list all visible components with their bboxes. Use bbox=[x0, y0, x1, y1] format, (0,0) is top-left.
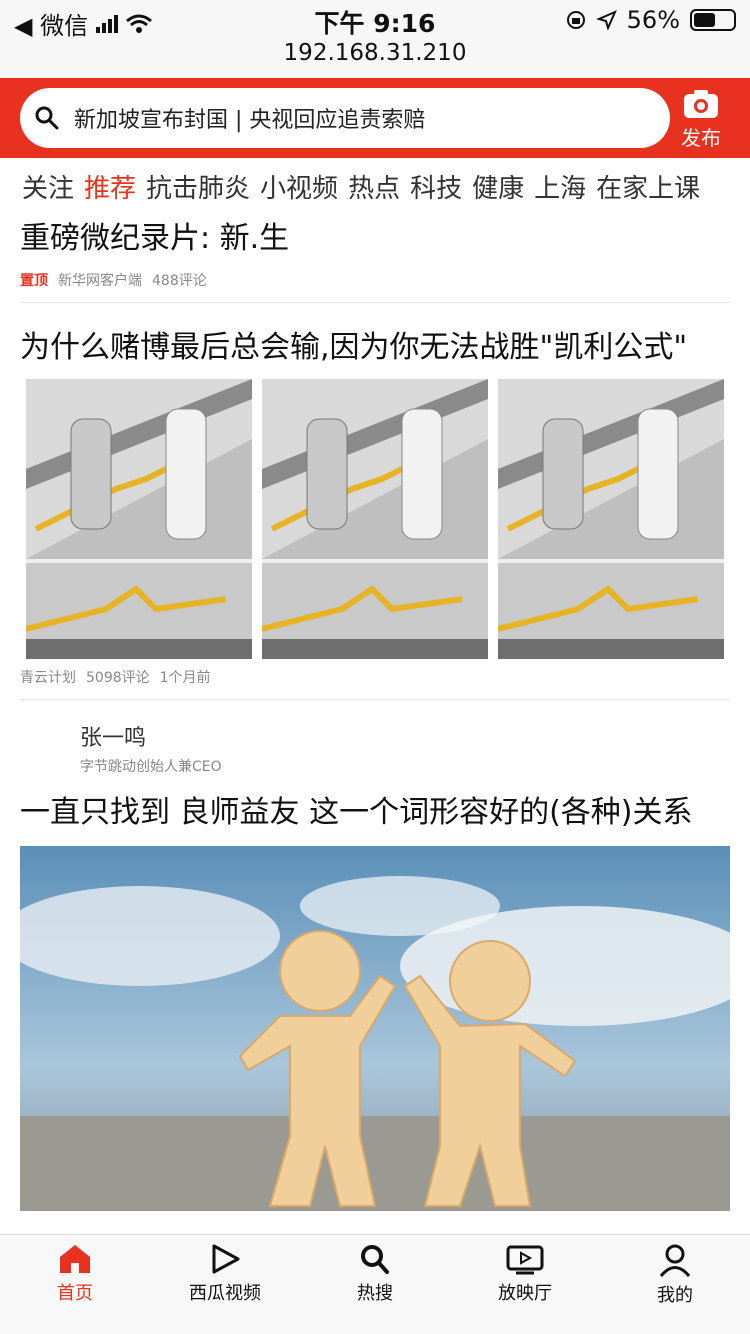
play-icon bbox=[212, 1244, 240, 1274]
nav-theater[interactable]: 放映厅 bbox=[450, 1235, 600, 1334]
thumbnail-image[interactable] bbox=[498, 379, 724, 659]
article-title[interactable]: 重磅微纪录片: 新.生 bbox=[20, 216, 730, 262]
tv-icon bbox=[506, 1245, 544, 1275]
search-bar[interactable]: 新加坡宣布封国 | 央视回应追责索赔 bbox=[20, 88, 670, 148]
comment-count: 488评论 bbox=[152, 273, 207, 289]
category-tabs: 关注 推荐 抗击肺炎 小视频 热点 科技 健康 上海 在家上课 bbox=[0, 158, 750, 214]
page-url: 192.168.31.210 bbox=[283, 40, 467, 66]
thumbnail-image[interactable] bbox=[26, 379, 252, 659]
nav-label[interactable]: 热搜 bbox=[357, 1283, 393, 1304]
post-title[interactable]: 一直只找到 良师益友 这一个词形容好的(各种)关系 bbox=[20, 790, 730, 836]
post-body: 一直只找到 良师益友 这一个词形容好的(各种)关系 bbox=[0, 776, 750, 836]
nav-label[interactable]: 我的 bbox=[657, 1285, 693, 1306]
nav-home[interactable]: 首页 bbox=[0, 1235, 150, 1334]
battery-icon bbox=[690, 9, 736, 31]
nav-label[interactable]: 放映厅 bbox=[498, 1283, 552, 1304]
tab-shanghai[interactable]: 上海 bbox=[534, 168, 586, 205]
tab-hot[interactable]: 热点 bbox=[348, 168, 400, 205]
search-icon bbox=[361, 1245, 389, 1274]
nav-label[interactable]: 西瓜视频 bbox=[189, 1283, 261, 1304]
post-image[interactable] bbox=[20, 846, 730, 1211]
battery-percent: 56% bbox=[626, 6, 680, 34]
battery-level bbox=[694, 13, 716, 27]
article-source: 新华网客户端 bbox=[58, 273, 142, 289]
search-icon bbox=[35, 106, 59, 130]
feed-item-pinned[interactable]: 重磅微纪录片: 新.生 置顶 新华网客户端 488评论 bbox=[0, 214, 750, 302]
tab-follow[interactable]: 关注 bbox=[22, 168, 74, 205]
status-bar: ◀ 微信 下午 9:16 192.168.31.210 56% bbox=[0, 0, 750, 78]
pinned-badge: 置顶 bbox=[20, 273, 48, 289]
tab-short-video[interactable]: 小视频 bbox=[260, 168, 338, 205]
feed-item-gallery[interactable]: 为什么赌博最后总会输,因为你无法战胜"凯利公式" 青云计划 5098评论 1个月… bbox=[0, 303, 750, 699]
publish-time: 1个月前 bbox=[159, 670, 211, 686]
thumbnail-image[interactable] bbox=[262, 379, 488, 659]
article-source: 青云计划 bbox=[20, 670, 76, 686]
feed-item-post[interactable]: 张一鸣 字节跳动创始人兼CEO 一直只找到 良师益友 这一个词形容好的(各种)关… bbox=[0, 700, 750, 1211]
nav-hot-search[interactable]: 热搜 bbox=[300, 1235, 450, 1334]
nav-profile[interactable]: 我的 bbox=[600, 1235, 750, 1334]
header-bar: 新加坡宣布封国 | 央视回应追责索赔 发布 bbox=[0, 78, 750, 158]
article-meta: 青云计划 5098评论 1个月前 bbox=[20, 667, 730, 687]
bottom-nav: 首页 西瓜视频 热搜 放映厅 我的 bbox=[0, 1234, 750, 1334]
author-info[interactable]: 张一鸣 字节跳动创始人兼CEO bbox=[0, 700, 750, 776]
article-meta: 置顶 新华网客户端 488评论 bbox=[20, 270, 730, 290]
article-title[interactable]: 为什么赌博最后总会输,因为你无法战胜"凯利公式" bbox=[20, 325, 730, 371]
comment-count: 5098评论 bbox=[86, 670, 150, 686]
nav-label[interactable]: 首页 bbox=[57, 1283, 93, 1304]
tab-health[interactable]: 健康 bbox=[472, 168, 524, 205]
publish-button[interactable]: 发布 bbox=[676, 88, 726, 151]
tab-fight-pneumonia[interactable]: 抗击肺炎 bbox=[146, 168, 250, 205]
news-feed: 重磅微纪录片: 新.生 置顶 新华网客户端 488评论 为什么赌博最后总会输,因… bbox=[0, 214, 750, 1211]
author-name[interactable]: 张一鸣 bbox=[80, 720, 730, 752]
publish-label[interactable]: 发布 bbox=[681, 126, 721, 150]
image-grid bbox=[26, 379, 730, 659]
search-query[interactable]: 新加坡宣布封国 | 央视回应追责索赔 bbox=[74, 102, 425, 134]
tab-tech[interactable]: 科技 bbox=[410, 168, 462, 205]
user-icon bbox=[659, 1244, 691, 1277]
author-description: 字节跳动创始人兼CEO bbox=[80, 759, 222, 775]
camera-icon bbox=[684, 90, 718, 118]
nav-xigua-video[interactable]: 西瓜视频 bbox=[150, 1235, 300, 1334]
tab-home-class[interactable]: 在家上课 bbox=[596, 168, 700, 205]
home-icon bbox=[60, 1245, 90, 1273]
tab-recommend[interactable]: 推荐 bbox=[84, 168, 136, 205]
rotation-lock-icon bbox=[566, 11, 585, 29]
status-right: 56% bbox=[565, 6, 736, 34]
location-arrow-icon bbox=[596, 10, 617, 30]
